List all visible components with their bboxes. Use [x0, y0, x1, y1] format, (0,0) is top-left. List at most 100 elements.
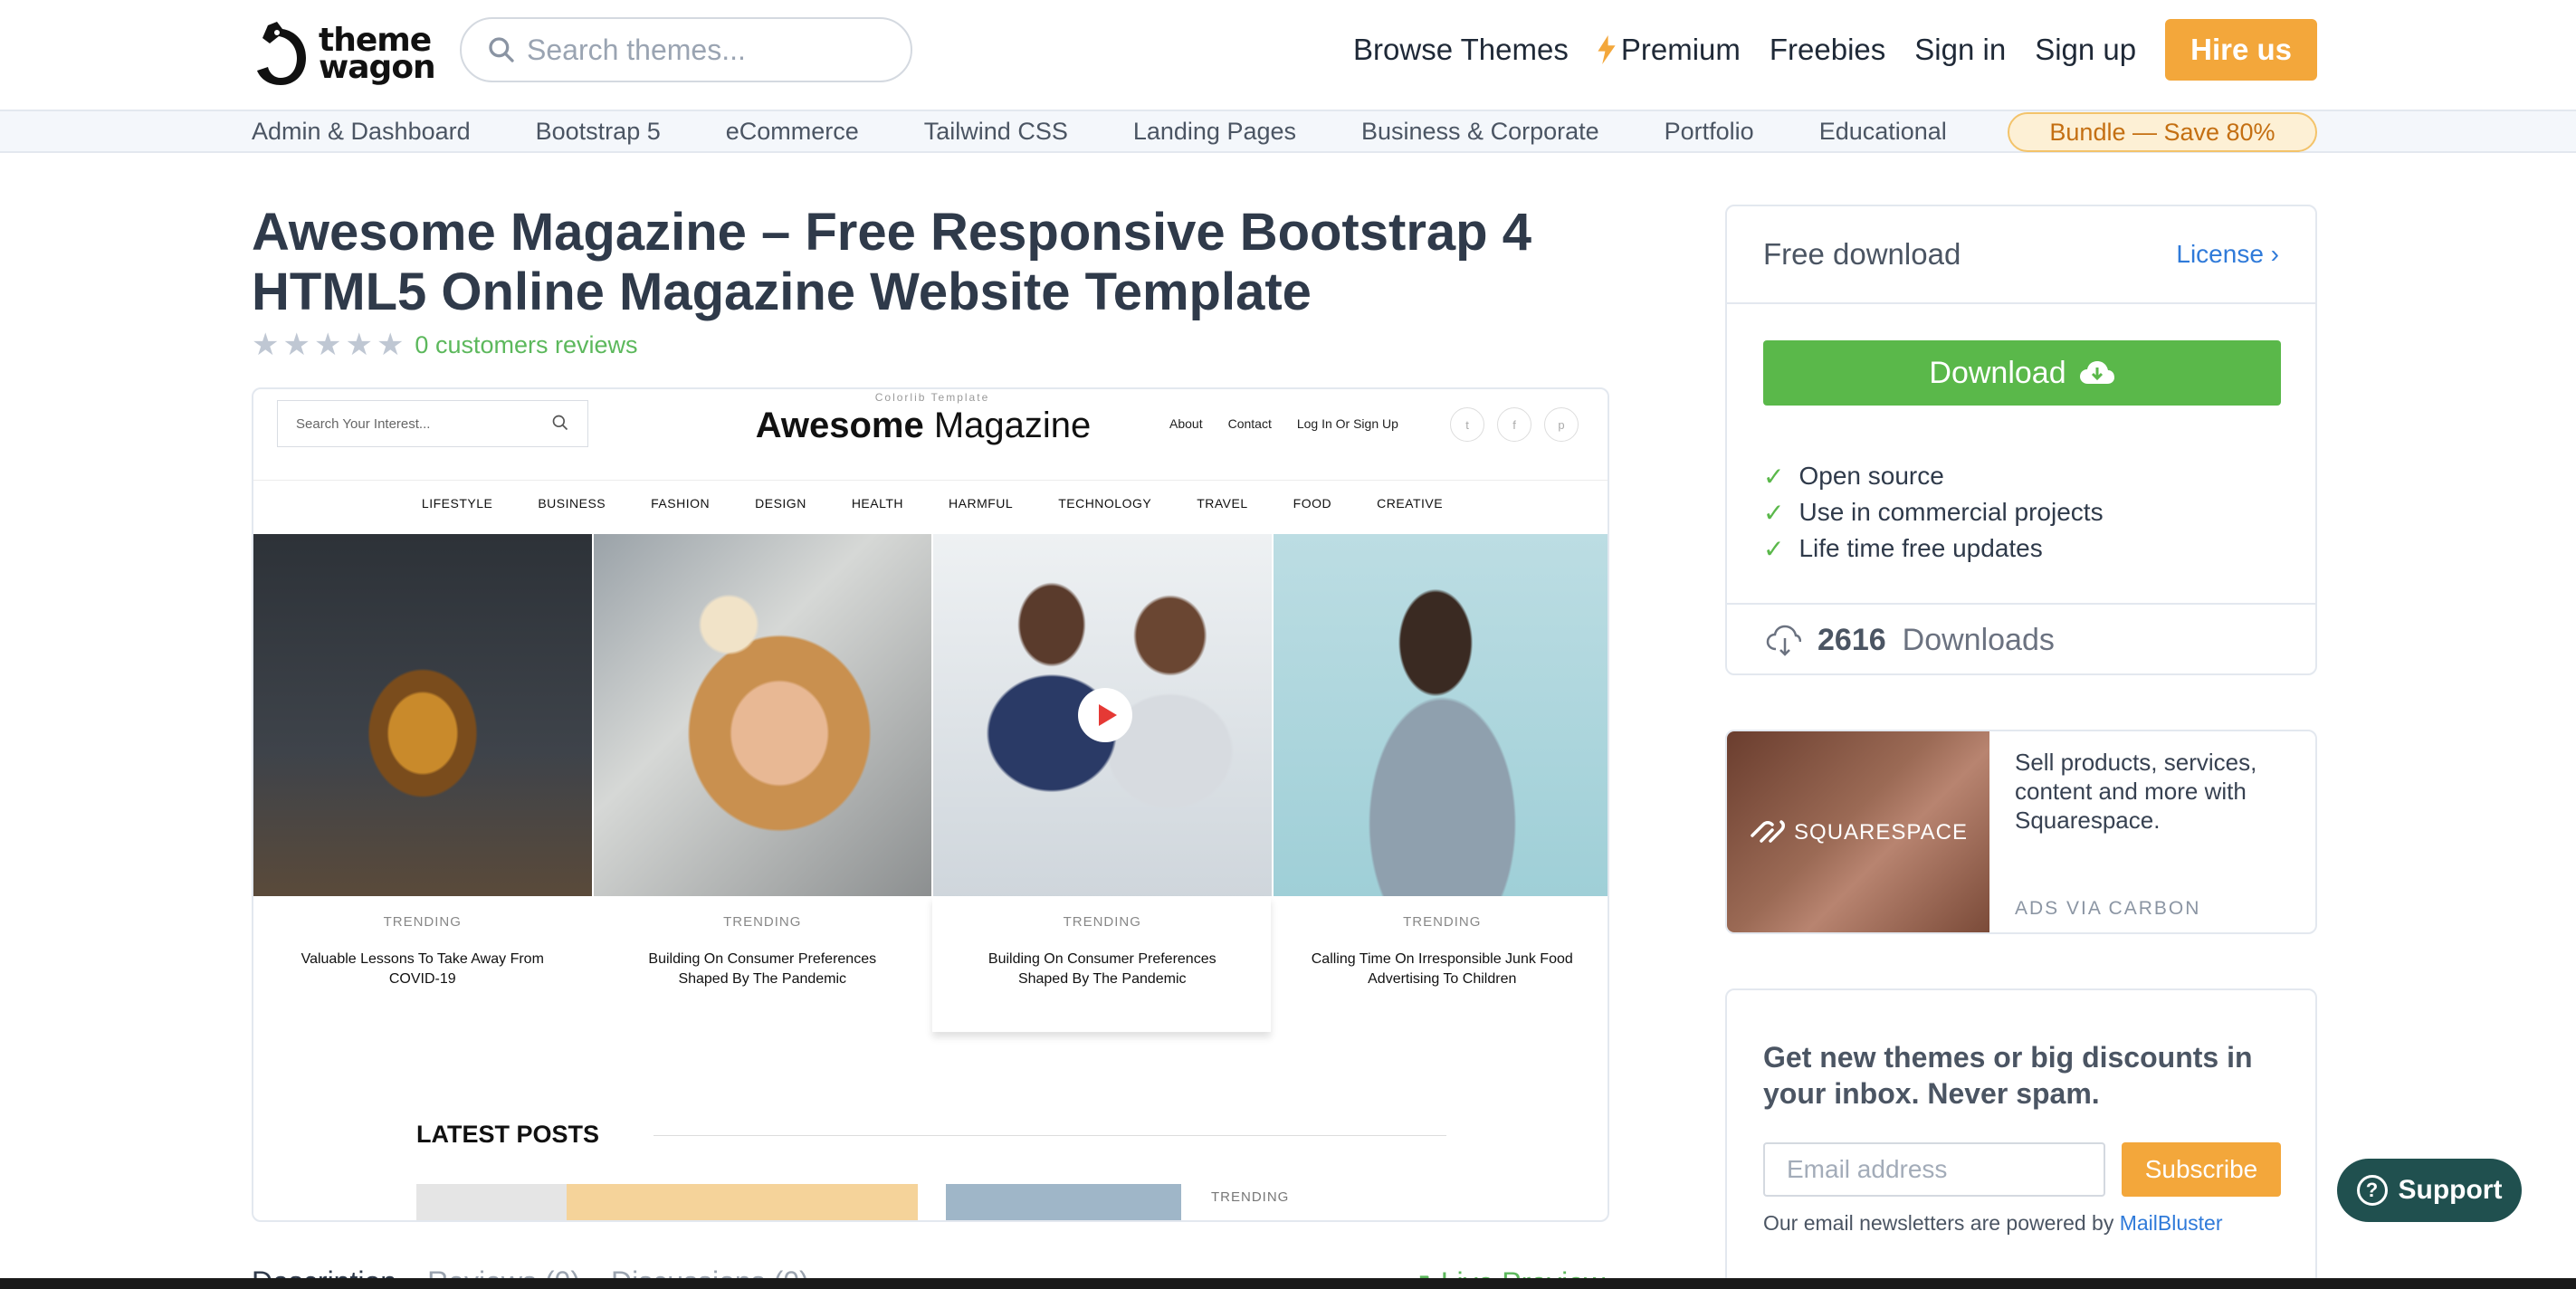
preview-cat: TRAVEL	[1197, 496, 1248, 511]
category-landing-pages[interactable]: Landing Pages	[1133, 118, 1296, 146]
page-title: Awesome Magazine – Free Responsive Boots…	[252, 203, 1531, 321]
category-admin-dashboard[interactable]: Admin & Dashboard	[252, 118, 471, 146]
star-icon[interactable]: ★	[377, 329, 404, 360]
preview-card-tag: TRENDING	[1063, 914, 1141, 930]
bundle-badge[interactable]: Bundle — Save 80%	[2008, 112, 2317, 152]
preview-cat: BUSINESS	[538, 496, 606, 511]
license-label: License	[2176, 240, 2264, 268]
subscribe-button[interactable]: Subscribe	[2122, 1142, 2281, 1197]
preview-brand: Awesome Magazine	[670, 406, 1177, 446]
man-smoke-photo	[1273, 534, 1608, 896]
preview-captions: TRENDING Valuable Lessons To Take Away F…	[253, 914, 1608, 989]
carbon-ad[interactable]: SQUARESPACE Sell products, services, con…	[1725, 730, 2317, 934]
nav-freebies[interactable]: Freebies	[1770, 33, 1885, 67]
newsletter-powered-by: Our email newsletters are powered by Mai…	[1763, 1211, 2223, 1236]
feature-item: ✓ Open source	[1763, 458, 2104, 494]
preview-card-tag: TRENDING	[723, 914, 802, 930]
category-bootstrap-5[interactable]: Bootstrap 5	[536, 118, 661, 146]
nav-browse-themes[interactable]: Browse Themes	[1353, 33, 1569, 67]
preview-search-placeholder: Search Your Interest...	[296, 415, 431, 432]
preview-brand-light: Magazine	[933, 406, 1092, 445]
nav-premium-label: Premium	[1620, 33, 1741, 66]
preview-card-headline: Valuable Lessons To Take Away From COVID…	[301, 951, 544, 987]
star-icon[interactable]: ★	[252, 329, 279, 360]
preview-card: TRENDING Building On Consumer Preference…	[933, 914, 1272, 989]
download-count-value: 2616	[1818, 622, 1886, 657]
category-business-corporate[interactable]: Business & Corporate	[1361, 118, 1599, 146]
download-card-header: Free download License ›	[1727, 206, 2315, 304]
woman-donut-photo	[593, 534, 931, 896]
rating-row: ★ ★ ★ ★ ★ 0 customers reviews	[252, 329, 638, 360]
preview-cat: LIFESTYLE	[421, 496, 493, 511]
themewagon-logo[interactable]: theme wagon	[250, 20, 436, 89]
check-icon: ✓	[1763, 498, 1785, 527]
preview-image-grid	[253, 534, 1608, 896]
support-button[interactable]: ? Support	[2337, 1159, 2522, 1222]
preview-card-tag: TRENDING	[1403, 914, 1482, 930]
star-icon[interactable]: ★	[345, 329, 372, 360]
mailbluster-link[interactable]: MailBluster	[2120, 1211, 2223, 1235]
preview-latest-divider	[654, 1135, 1446, 1136]
category-portfolio[interactable]: Portfolio	[1665, 118, 1754, 146]
category-tailwind-css[interactable]: Tailwind CSS	[924, 118, 1068, 146]
email-field[interactable]	[1763, 1142, 2105, 1197]
hire-us-button[interactable]: Hire us	[2165, 19, 2317, 81]
powered-by-text: Our email newsletters are powered by	[1763, 1211, 2114, 1235]
star-icon[interactable]: ★	[314, 329, 341, 360]
download-card-title: Free download	[1763, 237, 1961, 271]
nav-premium[interactable]: Premium	[1598, 33, 1741, 67]
feature-item: ✓ Use in commercial projects	[1763, 494, 2104, 530]
preview-brand-bold: Awesome	[755, 406, 924, 445]
preview-card-headline: Calling Time On Irresponsible Junk Food …	[1311, 951, 1573, 987]
newsletter-card: Get new themes or big discounts in your …	[1725, 988, 2317, 1289]
preview-social: t f p	[1450, 407, 1579, 442]
ad-text: Sell products, services, content and mor…	[2015, 749, 2257, 834]
category-educational[interactable]: Educational	[1819, 118, 1947, 146]
facebook-icon: f	[1497, 407, 1531, 442]
feature-label: Open source	[1798, 462, 1944, 490]
nav-sign-up[interactable]: Sign up	[2035, 33, 2136, 67]
preview-link-login: Log In Or Sign Up	[1296, 416, 1398, 431]
check-icon: ✓	[1763, 534, 1785, 563]
lightning-icon	[1598, 35, 1616, 64]
chevron-right-icon: ›	[2270, 240, 2279, 268]
download-count: 2616 Downloads	[1727, 603, 2315, 675]
feature-list: ✓ Open source ✓ Use in commercial projects…	[1763, 458, 2104, 567]
reviews-link[interactable]: 0 customers reviews	[415, 331, 637, 359]
pancakes-photo	[253, 534, 592, 896]
top-header: theme wagon Browse Themes Premium Freebi…	[0, 0, 2576, 110]
preview-link-about: About	[1169, 416, 1203, 431]
category-list: Admin & Dashboard Bootstrap 5 eCommerce …	[252, 111, 1947, 151]
preview-card-tag: TRENDING	[383, 914, 462, 930]
logo-wordmark: theme wagon	[319, 22, 436, 86]
preview-cat: CREATIVE	[1377, 496, 1444, 511]
download-button[interactable]: Download	[1763, 340, 2281, 406]
cloud-download-outline-icon	[1766, 625, 1801, 656]
search-icon	[552, 415, 568, 431]
feature-label: Use in commercial projects	[1798, 498, 2104, 526]
download-card: Free download License › Download ✓ Open s…	[1725, 205, 2317, 675]
download-button-label: Download	[1929, 355, 2066, 390]
search-input[interactable]	[527, 33, 871, 67]
cloud-download-icon	[2079, 361, 2114, 384]
twitter-icon: t	[1450, 407, 1484, 442]
preview-latest-posts: LATEST POSTS	[416, 1121, 600, 1148]
squarespace-ad-image: SQUARESPACE	[1727, 731, 1989, 932]
template-preview[interactable]: Search Your Interest... Colorlib Templat…	[252, 387, 1609, 1222]
license-link[interactable]: License ›	[2176, 240, 2279, 269]
theme-search-box[interactable]	[460, 17, 912, 82]
preview-cat: FOOD	[1293, 496, 1332, 511]
preview-cat: HARMFUL	[949, 496, 1014, 511]
preview-cat: TECHNOLOGY	[1058, 496, 1152, 511]
ads-via-carbon[interactable]: ADS VIA CARBON	[2015, 898, 2200, 920]
preview-card-headline: Building On Consumer Preferences Shaped …	[648, 951, 877, 987]
nav-sign-in[interactable]: Sign in	[1914, 33, 2006, 67]
preview-card-headline: Building On Consumer Preferences Shaped …	[987, 951, 1216, 987]
category-ecommerce[interactable]: eCommerce	[726, 118, 859, 146]
preview-link-contact: Contact	[1227, 416, 1272, 431]
preview-card: TRENDING Calling Time On Irresponsible J…	[1274, 914, 1608, 989]
main-nav: Browse Themes Premium Freebies Sign in S…	[1353, 18, 2317, 81]
play-icon	[1078, 688, 1132, 742]
star-icon[interactable]: ★	[282, 329, 310, 360]
squarespace-wordmark: SQUARESPACE	[1794, 820, 1968, 845]
